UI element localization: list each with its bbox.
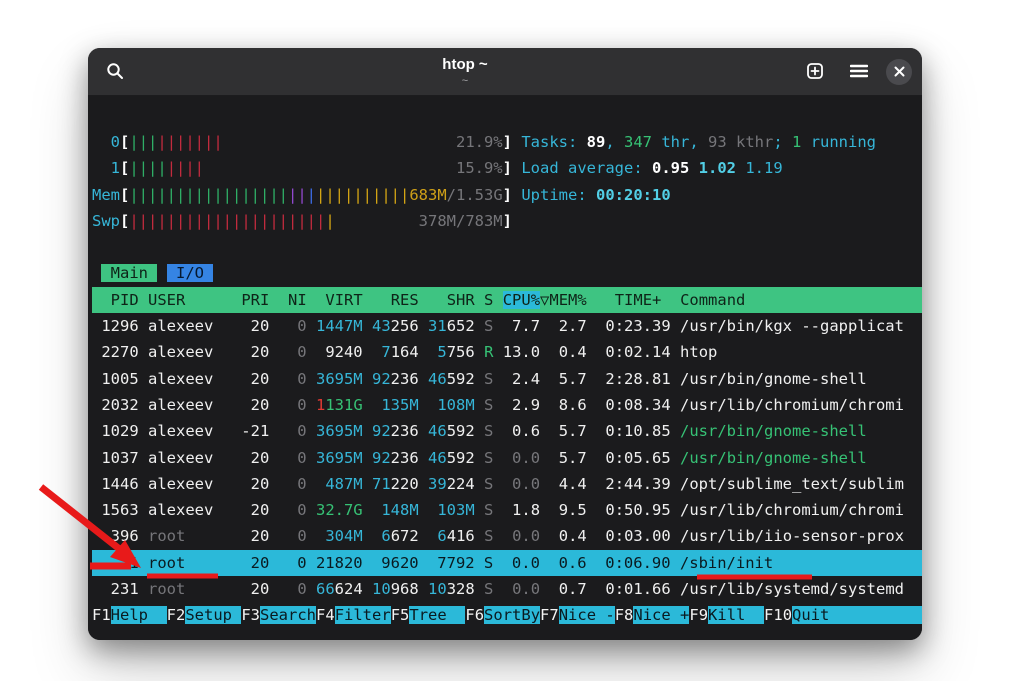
search-button[interactable] [98, 55, 132, 89]
spacer-line [92, 234, 922, 260]
column-mem[interactable]: MEM% [549, 291, 586, 309]
swp-meter: Swp[|||||||||||||||||||||| 378M/783M] [92, 208, 922, 234]
f2-key[interactable]: F2 [167, 606, 186, 624]
process-row-1005[interactable]: 1005 alexeev 20 0 3695M 92236 46592 S 2.… [92, 366, 922, 392]
column-ni[interactable]: NI [288, 291, 307, 309]
tab-main[interactable]: Main [101, 264, 157, 282]
process-row-2032[interactable]: 2032 alexeev 20 0 1131G 135M 108M S 2.9 … [92, 392, 922, 418]
f9-key[interactable]: F9 [689, 606, 708, 624]
new-tab-button[interactable] [798, 55, 832, 89]
column-res[interactable]: RES [391, 291, 419, 309]
column-s[interactable]: S [484, 291, 493, 309]
tree-button[interactable]: Tree [409, 606, 465, 624]
terminal[interactable]: 0[|||||||||| 21.9%] Tasks: 89, 347 thr, … [88, 96, 922, 640]
process-row-2270[interactable]: 2270 alexeev 20 0 9240 7164 5756 R 13.0 … [92, 339, 922, 365]
window-titlebar: htop ~ ~ [88, 48, 922, 96]
sortby-button[interactable]: SortBy [484, 606, 540, 624]
search-button[interactable]: Search [260, 606, 316, 624]
f5-key[interactable]: F5 [391, 606, 410, 624]
process-row-396[interactable]: 396 root 20 0 304M 6672 6416 S 0.0 0.4 0… [92, 523, 922, 549]
nice-plus-button[interactable]: Nice + [633, 606, 689, 624]
f10-key[interactable]: F10 [764, 606, 792, 624]
tabs-line: Main I/O [92, 260, 922, 286]
column-pri[interactable]: PRI [241, 291, 269, 309]
column-virt[interactable]: VIRT [325, 291, 362, 309]
filter-button[interactable]: Filter [335, 606, 391, 624]
mem-meter: Mem[||||||||||||||||||||||||||||||683M/1… [92, 182, 922, 208]
column-cpu-sorted[interactable]: CPU% [503, 291, 540, 309]
close-button[interactable] [886, 59, 912, 85]
window-subtitle: ~ [132, 75, 798, 87]
app-window: htop ~ ~ 0[|||||||||| [88, 48, 922, 640]
search-icon [106, 62, 124, 83]
cpu1-meter: 1[|||||||| 15.9%] Load average: 0.95 1.0… [92, 155, 922, 181]
process-row-1029[interactable]: 1029 alexeev -21 0 3695M 92236 46592 S 0… [92, 418, 922, 444]
close-icon [894, 65, 905, 80]
process-row-1563[interactable]: 1563 alexeev 20 0 32.7G 148M 103M S 1.8 … [92, 497, 922, 523]
function-key-bar: F1Help F2Setup F3SearchF4FilterF5Tree F6… [92, 602, 922, 628]
hamburger-menu-icon [850, 64, 868, 81]
f4-key[interactable]: F4 [316, 606, 335, 624]
help-button[interactable]: Help [111, 606, 167, 624]
nice-minus-button[interactable]: Nice - [559, 606, 615, 624]
column-time[interactable]: TIME+ [615, 291, 662, 309]
process-row-1446[interactable]: 1446 alexeev 20 0 487M 71220 39224 S 0.0… [92, 471, 922, 497]
quit-button[interactable]: Quit [792, 606, 922, 624]
f1-key[interactable]: F1 [92, 606, 111, 624]
kill-button[interactable]: Kill [708, 606, 764, 624]
f7-key[interactable]: F7 [540, 606, 559, 624]
tab-io[interactable]: I/O [167, 264, 214, 282]
setup-button[interactable]: Setup [185, 606, 241, 624]
menu-button[interactable] [842, 55, 876, 89]
window-title: htop ~ [132, 57, 798, 74]
selected-process-init[interactable]: 1 root 20 0 21820 9620 7792 S 0.0 0.6 0:… [92, 554, 773, 572]
f3-key[interactable]: F3 [241, 606, 260, 624]
cpu0-meter: 0[|||||||||| 21.9%] Tasks: 89, 347 thr, … [92, 129, 922, 155]
process-row-1296[interactable]: 1296 alexeev 20 0 1447M 43256 31652 S 7.… [92, 313, 922, 339]
column-shr[interactable]: SHR [447, 291, 475, 309]
process-row-231[interactable]: 231 root 20 0 66624 10968 10328 S 0.0 0.… [92, 576, 922, 602]
process-row-1[interactable]: 1 root 20 0 21820 9620 7792 S 0.0 0.6 0:… [92, 550, 922, 576]
table-header: PID USER PRI NI VIRT RES SHR S CPU%▽MEM%… [92, 287, 922, 313]
f8-key[interactable]: F8 [615, 606, 634, 624]
column-pid[interactable]: PID [92, 291, 139, 309]
column-command[interactable]: Command [680, 291, 745, 309]
window-title-group: htop ~ ~ [132, 57, 798, 87]
column-user[interactable]: USER [148, 291, 185, 309]
f6-key[interactable]: F6 [465, 606, 484, 624]
titlebar-actions [798, 55, 912, 89]
process-row-1037[interactable]: 1037 alexeev 20 0 3695M 92236 46592 S 0.… [92, 445, 922, 471]
sort-indicator-icon: ▽ [540, 291, 549, 309]
new-tab-icon [805, 61, 825, 84]
